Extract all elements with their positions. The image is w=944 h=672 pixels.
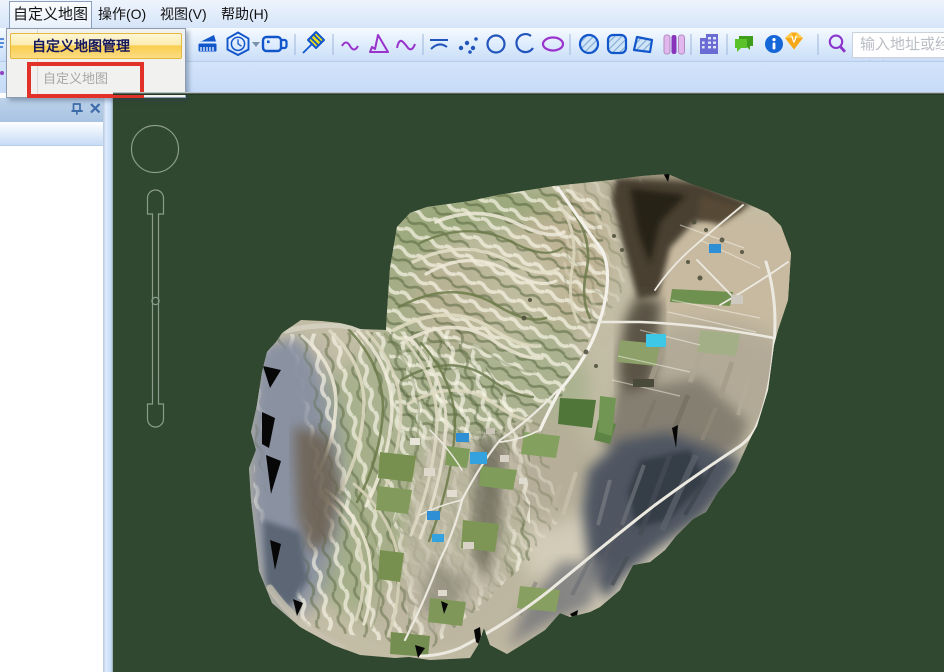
svg-text:V: V	[791, 35, 797, 45]
